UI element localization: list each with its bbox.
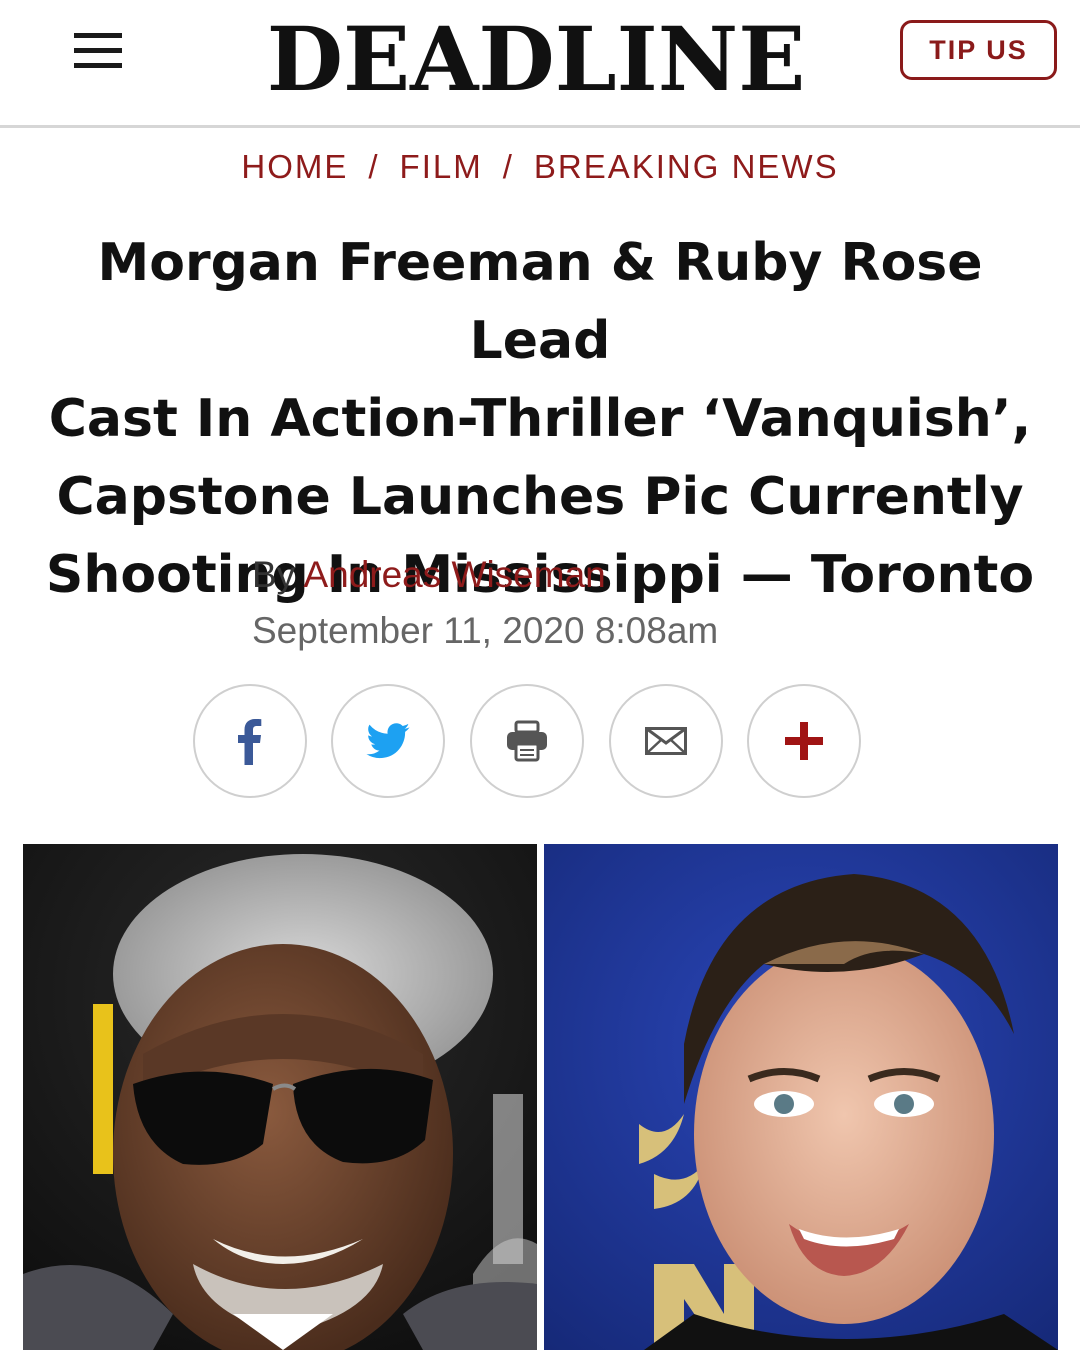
breadcrumb-film[interactable]: FILM (400, 148, 483, 185)
breadcrumb-separator: / (502, 148, 514, 185)
breadcrumb-breaking-news[interactable]: BREAKING NEWS (534, 148, 839, 185)
tip-us-button[interactable]: TIP US (900, 20, 1057, 80)
print-button[interactable] (470, 684, 584, 798)
email-button[interactable] (609, 684, 723, 798)
author-link[interactable]: Andreas Wiseman (303, 554, 605, 595)
portrait-image (544, 844, 1058, 1350)
headline-line: Cast In Action-Thriller ‘Vanquish’, (48, 389, 1032, 449)
breadcrumb-home[interactable]: HOME (241, 148, 348, 185)
menu-icon[interactable] (74, 33, 122, 69)
share-twitter-button[interactable] (331, 684, 445, 798)
portrait-image (23, 844, 537, 1350)
email-icon (645, 727, 687, 755)
print-icon (507, 720, 547, 762)
byline-prefix: By (252, 554, 296, 595)
publish-date: September 11, 2020 8:08am (252, 610, 719, 651)
site-header: DEADLINE TIP US (0, 0, 1080, 128)
headline-line: Capstone Launches Pic Currently (56, 467, 1024, 527)
morgan-freeman-photo (23, 844, 537, 1350)
headline-line: Morgan Freeman & Ruby Rose Lead (97, 233, 983, 371)
ruby-rose-photo (544, 844, 1058, 1350)
more-share-button[interactable] (747, 684, 861, 798)
plus-icon (785, 722, 823, 760)
breadcrumb: HOME / FILM / BREAKING NEWS (0, 144, 1080, 190)
byline: By Andreas Wiseman (252, 552, 606, 598)
twitter-icon (366, 723, 410, 759)
site-logo[interactable]: DEADLINE (246, 4, 826, 114)
breadcrumb-separator: / (368, 148, 380, 185)
share-facebook-button[interactable] (193, 684, 307, 798)
facebook-icon (238, 719, 262, 765)
